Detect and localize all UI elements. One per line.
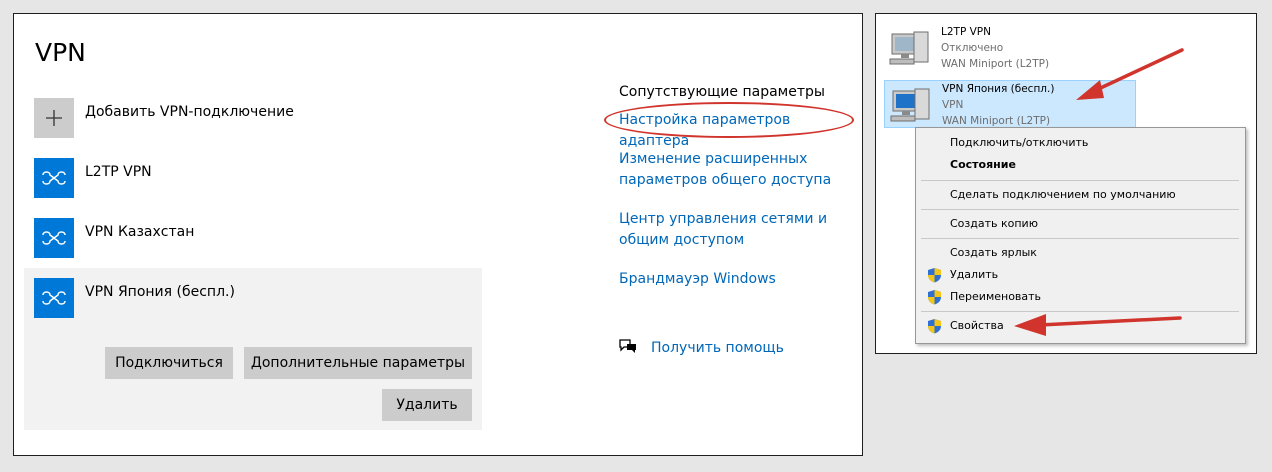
connection-status: Отключено — [941, 42, 1004, 54]
menu-item-create-shortcut[interactable]: Создать ярлык — [950, 244, 1240, 262]
connect-button[interactable]: Подключиться — [105, 347, 233, 379]
vpn-connection-name: VPN Япония (беспл.) — [85, 284, 235, 300]
network-center-link[interactable]: Центр управления сетями и общим доступом — [619, 209, 849, 251]
sharing-settings-link[interactable]: Изменение расширенных параметров общего … — [619, 149, 849, 191]
vpn-settings-panel: VPN Добавить VPN-подключение L2TP VPN VP… — [13, 13, 863, 456]
vpn-connection-item[interactable]: VPN Казахстан — [24, 208, 482, 268]
uac-shield-icon — [928, 268, 941, 283]
menu-item-set-default[interactable]: Сделать подключением по умолчанию — [950, 186, 1240, 204]
vpn-connection-name: L2TP VPN — [85, 164, 152, 180]
uac-shield-icon — [928, 290, 941, 305]
firewall-link[interactable]: Брандмауэр Windows — [619, 269, 849, 290]
menu-item-label: Переименовать — [950, 290, 1042, 303]
vpn-connection-item-selected[interactable]: VPN Япония (беспл.) Подключиться Дополни… — [24, 268, 482, 430]
page-title: VPN — [35, 38, 86, 67]
add-vpn-label: Добавить VPN-подключение — [85, 104, 294, 120]
add-vpn-button[interactable]: Добавить VPN-подключение — [24, 88, 482, 148]
menu-item-create-copy[interactable]: Создать копию — [950, 215, 1240, 233]
vpn-icon — [34, 278, 74, 318]
menu-separator — [921, 180, 1239, 181]
connection-device: WAN Miniport (L2TP) — [941, 58, 1050, 70]
related-settings-title: Сопутствующие параметры — [619, 84, 825, 100]
annotation-ellipse — [604, 102, 854, 138]
uac-shield-icon — [928, 319, 941, 334]
connection-status: VPN — [942, 99, 964, 111]
annotation-arrow — [1076, 48, 1184, 100]
menu-item-label: Свойства — [950, 319, 1004, 332]
vpn-icon — [34, 218, 74, 258]
menu-separator — [921, 238, 1239, 239]
vpn-connection-item[interactable]: L2TP VPN — [24, 148, 482, 208]
plus-icon — [34, 98, 74, 138]
advanced-options-button[interactable]: Дополнительные параметры — [244, 347, 472, 379]
menu-item-delete[interactable]: Удалить — [928, 266, 1240, 284]
get-help-link[interactable]: Получить помощь — [619, 338, 784, 358]
menu-separator — [921, 209, 1239, 210]
menu-item-label: Удалить — [950, 268, 999, 281]
network-computer-icon — [889, 31, 929, 65]
help-chat-icon — [619, 338, 637, 358]
get-help-label: Получить помощь — [651, 340, 784, 356]
annotation-arrow — [1014, 314, 1182, 336]
menu-item-connect-disconnect[interactable]: Подключить/отключить — [950, 134, 1240, 152]
connection-name: L2TP VPN — [941, 26, 991, 38]
vpn-icon — [34, 158, 74, 198]
menu-item-status[interactable]: Состояние — [950, 156, 1240, 174]
delete-button[interactable]: Удалить — [382, 389, 472, 421]
network-computer-icon — [890, 88, 930, 122]
menu-item-rename[interactable]: Переименовать — [928, 288, 1240, 306]
connection-name: VPN Япония (беспл.) — [942, 83, 1055, 95]
vpn-connection-name: VPN Казахстан — [85, 224, 195, 240]
